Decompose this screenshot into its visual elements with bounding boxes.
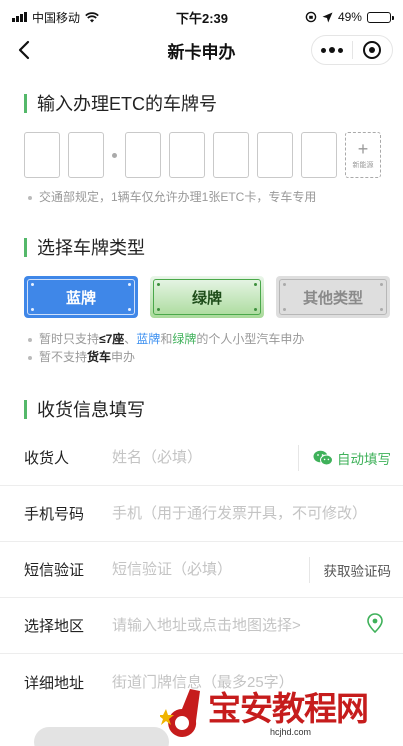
truck-highlight: 货车 xyxy=(87,350,112,364)
section-accent-bar xyxy=(24,399,27,419)
seat-limit: ≤7座 xyxy=(99,332,125,346)
new-energy-label: 新能源 xyxy=(352,162,374,169)
plate-input-row: + 新能源 xyxy=(0,132,403,178)
plate-char-letter[interactable] xyxy=(68,132,104,178)
other-plate-button[interactable]: 其他类型 xyxy=(276,276,390,318)
region-row: 选择地区 xyxy=(0,598,403,654)
bullet-icon xyxy=(28,337,32,342)
watermark-title: 宝安教程网 xyxy=(208,689,369,728)
phone-label: 手机号码 xyxy=(24,506,85,523)
plate-char-5[interactable] xyxy=(213,132,249,178)
shipping-section-title: 收货信息填写 xyxy=(0,396,403,422)
blue-plate-highlight: 蓝牌 xyxy=(136,332,161,346)
target-icon xyxy=(363,41,382,59)
wifi-icon xyxy=(85,11,99,22)
battery-icon xyxy=(366,11,394,23)
other-plate-label: 其他类型 xyxy=(302,289,363,307)
region-input[interactable] xyxy=(112,617,367,634)
nav-bar: 新卡申办 xyxy=(0,34,403,66)
plate-separator-dot xyxy=(112,152,117,158)
plate-char-7[interactable] xyxy=(301,132,337,178)
recipient-name-input[interactable] xyxy=(112,449,292,466)
carrier-label: 中国移动 xyxy=(32,10,81,25)
plate-char-6[interactable] xyxy=(257,132,293,178)
blue-plate-button[interactable]: 蓝牌 xyxy=(24,276,138,318)
location-arrow-icon xyxy=(322,12,333,22)
plate-section-title: 输入办理ETC的车牌号 xyxy=(0,90,403,116)
plate-section-heading: 输入办理ETC的车牌号 xyxy=(37,94,217,114)
section-accent-bar xyxy=(24,237,27,257)
more-dots-icon xyxy=(320,47,326,53)
more-button[interactable] xyxy=(312,36,352,64)
address-label: 详细地址 xyxy=(24,674,85,692)
green-plate-label: 绿牌 xyxy=(191,289,222,307)
watermark-url: hcjhd.com xyxy=(270,727,312,737)
status-right: 49% xyxy=(305,10,394,24)
bottom-action-button[interactable] xyxy=(34,727,169,746)
watermark-logo xyxy=(160,689,200,737)
watermark-text-block: 宝安教程网 hcjhd.com xyxy=(208,689,369,738)
row-divider xyxy=(308,556,310,583)
location-pin-icon xyxy=(367,613,383,634)
back-arrow-icon xyxy=(18,40,30,60)
green-plate-button[interactable]: 绿牌 xyxy=(150,276,264,318)
type-support-note: 暂时只支持≤7座、蓝牌和绿牌的个人小型汽车申办 xyxy=(0,330,403,348)
recipient-label: 收货人 xyxy=(24,450,70,467)
type-section-title: 选择车牌类型 xyxy=(0,234,403,260)
mini-program-capsule xyxy=(311,35,393,65)
autofill-button[interactable]: 自动填写 xyxy=(313,448,391,468)
bullet-icon xyxy=(28,355,32,360)
new-energy-slot[interactable]: + 新能源 xyxy=(345,132,381,178)
phone-input[interactable] xyxy=(112,505,391,522)
plate-type-options: 蓝牌 绿牌 其他类型 xyxy=(0,276,403,318)
status-bar: 中国移动 下午2:39 49% xyxy=(0,0,403,34)
battery-percent: 49% xyxy=(337,10,362,24)
signal-icon xyxy=(12,12,27,22)
phone-row: 手机号码 xyxy=(0,486,403,542)
status-time: 下午2:39 xyxy=(175,10,228,26)
shipping-form: 收货人 自动填写 手机号码 短信验证 获取验证码 选择地区 详细地址 xyxy=(0,430,403,710)
get-code-button[interactable]: 获取验证码 xyxy=(324,560,392,580)
map-pin-button[interactable] xyxy=(367,613,383,638)
plate-char-province[interactable] xyxy=(24,132,60,178)
row-divider xyxy=(298,444,299,471)
type-section-heading: 选择车牌类型 xyxy=(37,238,145,258)
plate-rule-note: 交通部规定，1辆车仅允许办理1张ETC卡，专车专用 xyxy=(0,188,403,206)
section-accent-bar xyxy=(24,93,27,113)
shipping-section-heading: 收货信息填写 xyxy=(37,400,145,420)
autofill-label: 自动填写 xyxy=(337,451,391,467)
close-mini-program-button[interactable] xyxy=(353,36,393,64)
green-plate-highlight: 绿牌 xyxy=(172,332,197,346)
truck-note: 暂不支持货车申办 xyxy=(0,348,403,366)
recipient-row: 收货人 自动填写 xyxy=(0,430,403,486)
plate-char-3[interactable] xyxy=(125,132,161,178)
plate-rule-text: 交通部规定，1辆车仅允许办理1张ETC卡，专车专用 xyxy=(39,190,317,204)
sms-row: 短信验证 获取验证码 xyxy=(0,542,403,598)
bullet-icon xyxy=(28,195,32,200)
plate-char-4[interactable] xyxy=(169,132,205,178)
watermark: 宝安教程网 hcjhd.com xyxy=(160,682,403,746)
back-button[interactable] xyxy=(12,38,36,62)
blue-plate-label: 蓝牌 xyxy=(65,289,96,307)
page-title: 新卡申办 xyxy=(167,42,236,62)
wechat-icon xyxy=(313,450,333,465)
plus-icon: + xyxy=(357,139,369,159)
rotation-lock-icon xyxy=(305,11,317,23)
status-left: 中国移动 xyxy=(12,9,99,26)
region-label: 选择地区 xyxy=(24,618,85,635)
sms-code-input[interactable] xyxy=(112,561,303,578)
sms-label: 短信验证 xyxy=(24,562,85,579)
